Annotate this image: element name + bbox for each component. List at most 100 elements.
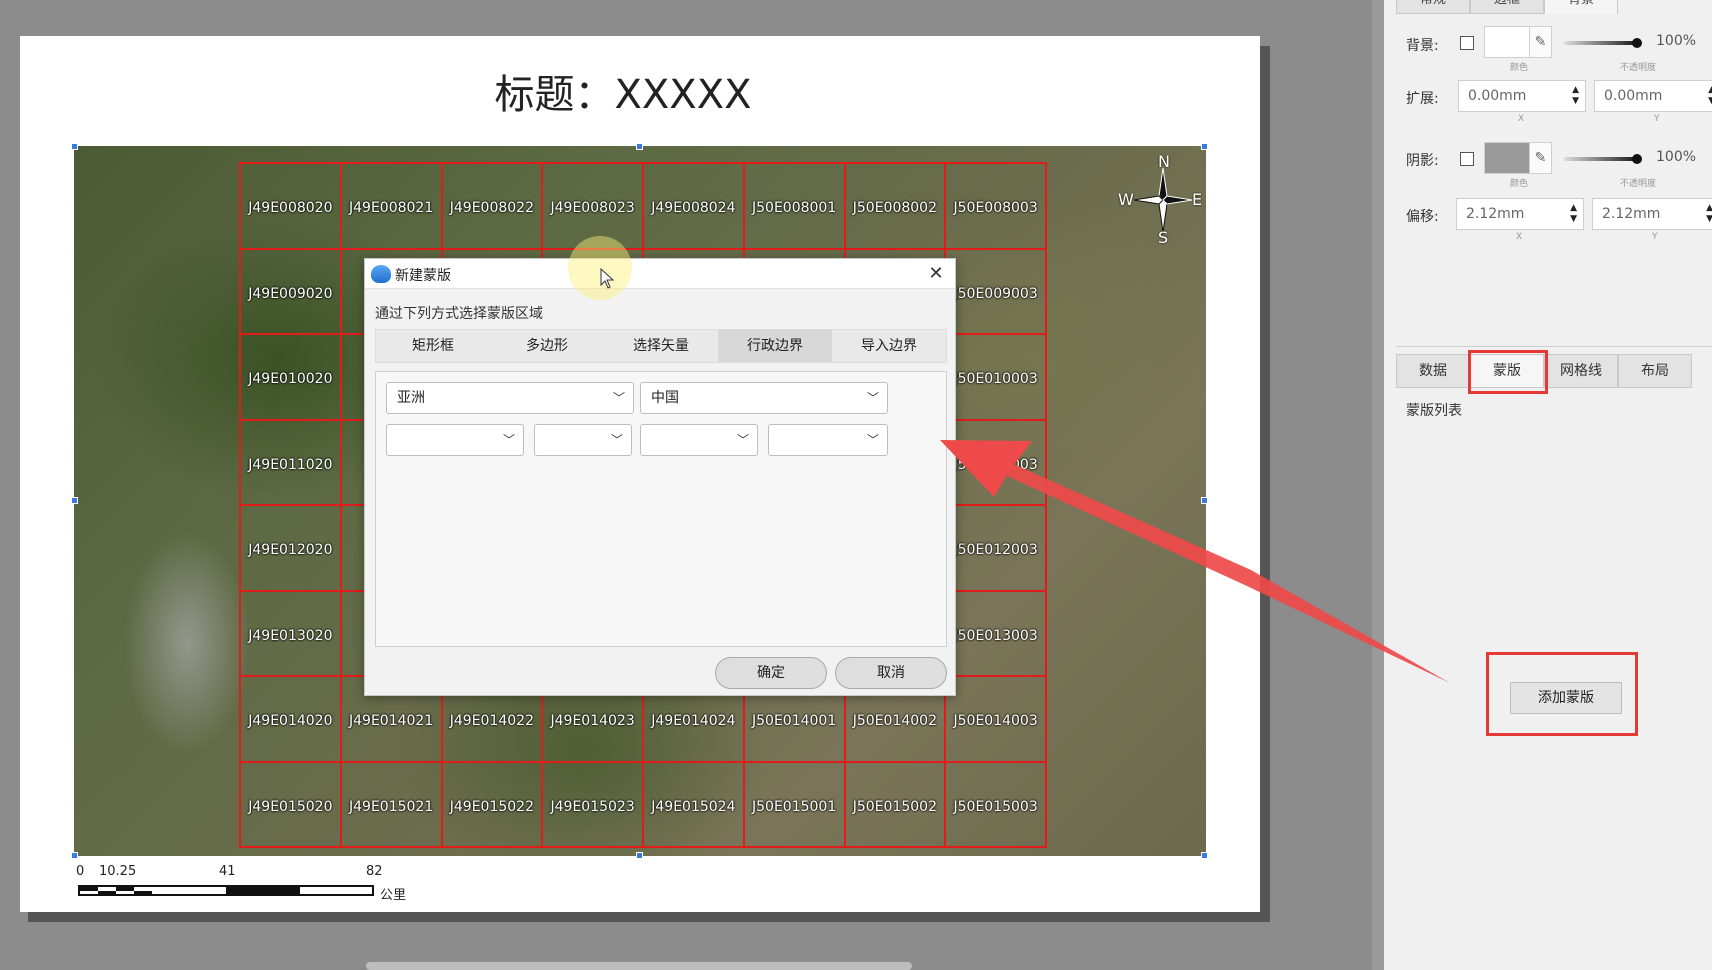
eyedropper-icon[interactable]: ✎ [1529, 27, 1551, 57]
grid-cell-label: J49E011020 [248, 456, 333, 473]
expand-x-value: 0.00mm [1468, 88, 1527, 104]
background-opacity-value: 100% [1656, 33, 1697, 49]
offset-row: 偏移: 2.12mm ▲ ▼ X 2.12mm ▲ ▼ Y [1396, 198, 1712, 244]
grid-cell-label: J49E015021 [349, 798, 434, 815]
grid-cell-label: J50E008003 [953, 200, 1038, 216]
grid-cell-label: J50E008002 [852, 200, 937, 216]
compass-w: W [1118, 190, 1134, 209]
grid-cell-label: J49E014022 [449, 713, 534, 729]
eyedropper-icon[interactable]: ✎ [1529, 143, 1551, 173]
scale-tick: 82 [366, 864, 383, 879]
grid-cell-label: J49E008020 [248, 200, 333, 216]
scale-bar[interactable]: 0 10.25 41 82 公里 [76, 864, 416, 908]
county-select[interactable]: ﹀ [640, 424, 758, 456]
selection-handle[interactable] [1201, 497, 1208, 504]
selection-handle[interactable] [636, 852, 643, 859]
shadow-color-picker[interactable]: ✎ [1484, 142, 1552, 174]
tab-background[interactable]: 背景 [1544, 0, 1618, 14]
dialog-hint: 通过下列方式选择蒙版区域 [375, 306, 543, 322]
tab-gridlines[interactable]: 网格线 [1544, 354, 1618, 388]
background-label: 背景: [1406, 38, 1439, 54]
shadow-opacity-slider[interactable] [1564, 154, 1642, 164]
shadow-label: 阴影: [1406, 153, 1439, 169]
tab-general[interactable]: 常规 [1396, 0, 1470, 14]
grid-cell-label: J50E009003 [953, 285, 1038, 302]
cancel-button[interactable]: 取消 [835, 657, 947, 689]
tab-rectangle[interactable]: 矩形框 [376, 330, 490, 362]
city-select[interactable]: ﹀ [534, 424, 632, 456]
page-title[interactable]: 标题：XXXXX [20, 62, 1226, 120]
grid-cell-label: J49E012020 [248, 542, 333, 558]
grid-cell-label: J49E015020 [248, 798, 333, 815]
chevron-down-icon: ﹀ [866, 391, 879, 405]
shadow-checkbox[interactable] [1460, 152, 1474, 166]
tab-data[interactable]: 数据 [1396, 354, 1470, 388]
background-color-picker[interactable]: ✎ [1484, 26, 1552, 58]
tab-import-boundary[interactable]: 导入边界 [832, 330, 946, 362]
selection-handle[interactable] [71, 497, 78, 504]
selection-handle[interactable] [71, 852, 78, 859]
expand-y-input[interactable]: 0.00mm ▲ ▼ [1594, 80, 1712, 112]
background-opacity-slider[interactable] [1564, 38, 1642, 48]
selection-mode-tabs: 矩形框 多边形 选择矢量 行政边界 导入边界 [375, 329, 947, 363]
panel-divider [1396, 346, 1712, 347]
grid-cell-label: J50E010003 [953, 371, 1038, 387]
grid-cell: J49E014020 [239, 675, 342, 763]
spinner-arrows-icon[interactable]: ▲ ▼ [1706, 203, 1712, 225]
province-select[interactable]: ﹀ [386, 424, 524, 456]
spinner-arrows-icon[interactable]: ▲ ▼ [1708, 85, 1712, 107]
annotation-highlight-box [1486, 652, 1638, 736]
expand-label: 扩展: [1406, 91, 1439, 107]
grid-cell: J50E014003 [944, 675, 1047, 763]
new-mask-dialog[interactable]: 新建蒙版 ✕ 通过下列方式选择蒙版区域 矩形框 多边形 选择矢量 行政边界 导入… [364, 258, 956, 696]
grid-cell-label: J50E008001 [752, 200, 837, 216]
slider-knob[interactable] [1632, 38, 1642, 48]
grid-cell-label: J50E011003 [953, 456, 1038, 473]
ok-button[interactable]: 确定 [715, 657, 827, 689]
grid-cell: J49E012020 [239, 504, 342, 592]
tab-admin-boundary[interactable]: 行政边界 [718, 330, 832, 362]
grid-cell: J49E009020 [239, 247, 342, 335]
town-select[interactable]: ﹀ [768, 424, 888, 456]
grid-cell-label: J50E013003 [953, 627, 1038, 644]
expand-y-value: 0.00mm [1604, 88, 1663, 104]
grid-cell: J49E008024 [642, 162, 745, 250]
offset-x-input[interactable]: 2.12mm ▲ ▼ [1456, 198, 1584, 230]
selection-handle[interactable] [636, 143, 643, 150]
grid-cell-label: J50E014002 [852, 713, 937, 729]
x-sublabel: X [1516, 232, 1523, 242]
grid-cell-label: J49E010020 [248, 371, 333, 387]
tab-select-vector[interactable]: 选择矢量 [604, 330, 718, 362]
close-icon[interactable]: ✕ [925, 263, 947, 285]
shadow-row: 阴影: ✎ 颜色 100% 不透明度 [1396, 142, 1712, 190]
offset-y-input[interactable]: 2.12mm ▲ ▼ [1592, 198, 1712, 230]
country-select[interactable]: 中国 ﹀ [640, 382, 888, 414]
grid-cell: J50E013003 [944, 589, 1047, 677]
tab-border[interactable]: 边框 [1470, 0, 1544, 14]
compass-n: N [1158, 152, 1170, 171]
chevron-down-icon: ﹀ [502, 433, 515, 447]
app-logo-icon [371, 265, 391, 283]
selection-handle[interactable] [71, 143, 78, 150]
chevron-down-icon: ﹀ [866, 433, 879, 447]
dialog-titlebar[interactable]: 新建蒙版 ✕ [365, 259, 955, 289]
expand-x-input[interactable]: 0.00mm ▲ ▼ [1458, 80, 1586, 112]
selection-handle[interactable] [1201, 143, 1208, 150]
continent-select[interactable]: 亚洲 ﹀ [386, 382, 634, 414]
background-checkbox[interactable] [1460, 36, 1474, 50]
horizontal-scrollbar[interactable] [366, 962, 912, 970]
grid-cell-label: J49E008022 [449, 200, 534, 216]
mouse-cursor-icon [600, 268, 615, 289]
grid-cell-label: J49E015023 [550, 798, 635, 815]
compass-s: S [1158, 228, 1169, 247]
tab-polygon[interactable]: 多边形 [490, 330, 604, 362]
grid-cell: J50E015002 [843, 760, 947, 848]
selection-handle[interactable] [1201, 852, 1208, 859]
slider-knob[interactable] [1632, 154, 1642, 164]
scale-tick: 41 [219, 864, 236, 879]
chevron-down-icon: ﹀ [736, 433, 749, 447]
grid-cell-label: J50E014001 [752, 713, 837, 729]
spinner-arrows-icon[interactable]: ▲ ▼ [1572, 85, 1579, 107]
tab-layout[interactable]: 布局 [1618, 354, 1692, 388]
spinner-arrows-icon[interactable]: ▲ ▼ [1570, 203, 1577, 225]
